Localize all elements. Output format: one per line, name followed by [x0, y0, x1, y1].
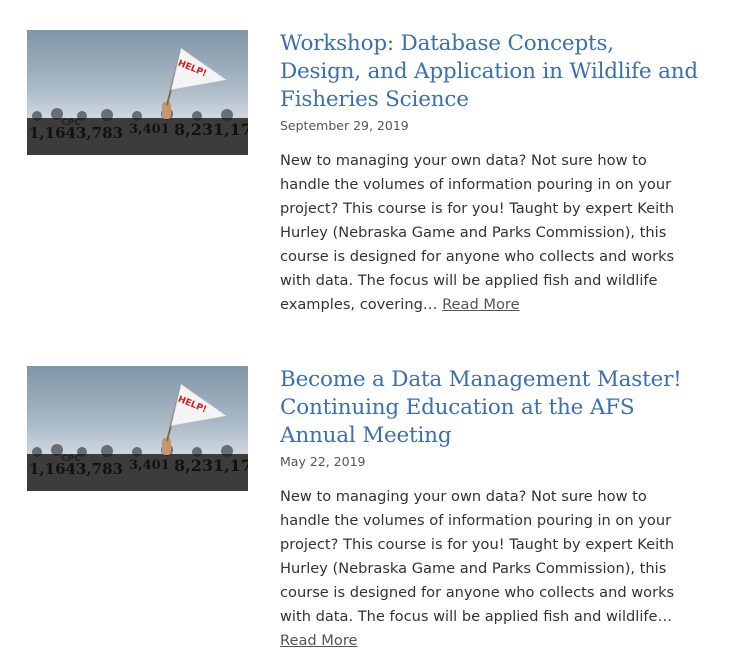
post-title: Become a Data Management Master! Continu… [280, 366, 700, 450]
post-excerpt: New to managing your own data? Not sure … [280, 485, 700, 653]
post-title-link[interactable]: Become a Data Management Master! Continu… [280, 367, 682, 448]
svg-text:CPC: CPC [61, 454, 81, 464]
read-more-link[interactable]: Read More [442, 296, 520, 313]
post-date: May 22, 2019 [280, 454, 366, 469]
help-flag-image: 1,1643,783 3,401 8,231,174 CPC HELP! [27, 47, 248, 155]
svg-text:3,401: 3,401 [129, 122, 170, 137]
post-content: Workshop: Database Concepts, Design, and… [280, 30, 700, 317]
post-thumbnail[interactable]: 1,1643,783 3,401 8,231,174 CPC HELP! [27, 366, 248, 491]
post-thumbnail[interactable]: 1,1643,783 3,401 8,231,174 CPC HELP! [27, 30, 248, 155]
read-more-link[interactable]: Read More [280, 632, 358, 649]
post-date: September 29, 2019 [280, 118, 409, 133]
svg-text:8,231,174: 8,231,174 [174, 120, 248, 139]
post-excerpt-text: New to managing your own data? Not sure … [280, 152, 675, 313]
help-flag-image: 1,1643,783 3,401 8,231,174 CPC HELP! [27, 383, 248, 491]
post-excerpt-text: New to managing your own data? Not sure … [280, 488, 675, 625]
post-title-link[interactable]: Workshop: Database Concepts, Design, and… [280, 31, 698, 112]
post-content: Become a Data Management Master! Continu… [280, 366, 700, 653]
svg-text:CPC: CPC [61, 118, 81, 128]
post-excerpt: New to managing your own data? Not sure … [280, 149, 700, 317]
svg-text:3,401: 3,401 [129, 458, 170, 473]
svg-text:8,231,174: 8,231,174 [174, 456, 248, 475]
post-title: Workshop: Database Concepts, Design, and… [280, 30, 700, 114]
